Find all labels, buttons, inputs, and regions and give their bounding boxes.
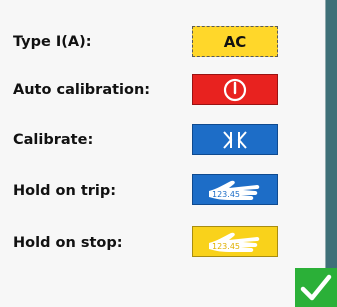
auto-calibration-button[interactable]	[192, 74, 278, 105]
calibrate-label: Calibrate:	[13, 132, 94, 148]
hold-on-trip-button[interactable]: 123.45	[192, 174, 278, 205]
calibrate-button[interactable]	[192, 124, 278, 155]
hold-on-stop-button[interactable]: 123.45	[192, 226, 278, 257]
settings-panel: Type I(A): AC Auto calibration: Calibrat…	[0, 0, 326, 307]
type-ia-label: Type I(A):	[13, 34, 92, 50]
confirm-button[interactable]	[295, 268, 337, 307]
hand-value-icon: 123.45	[209, 232, 260, 252]
power-icon	[223, 78, 247, 101]
hold-on-stop-icon-text: 123.45	[212, 242, 240, 251]
hold-on-trip-icon-text: 123.45	[212, 190, 240, 199]
hold-on-trip-label: Hold on trip:	[13, 183, 117, 199]
type-ia-button[interactable]: AC	[192, 26, 278, 57]
hand-value-icon: 123.45	[209, 180, 260, 200]
checkmark-icon	[300, 274, 332, 300]
auto-calibration-label: Auto calibration:	[13, 82, 151, 98]
hold-on-stop-label: Hold on stop:	[13, 235, 123, 251]
calibrate-icon	[223, 130, 247, 149]
